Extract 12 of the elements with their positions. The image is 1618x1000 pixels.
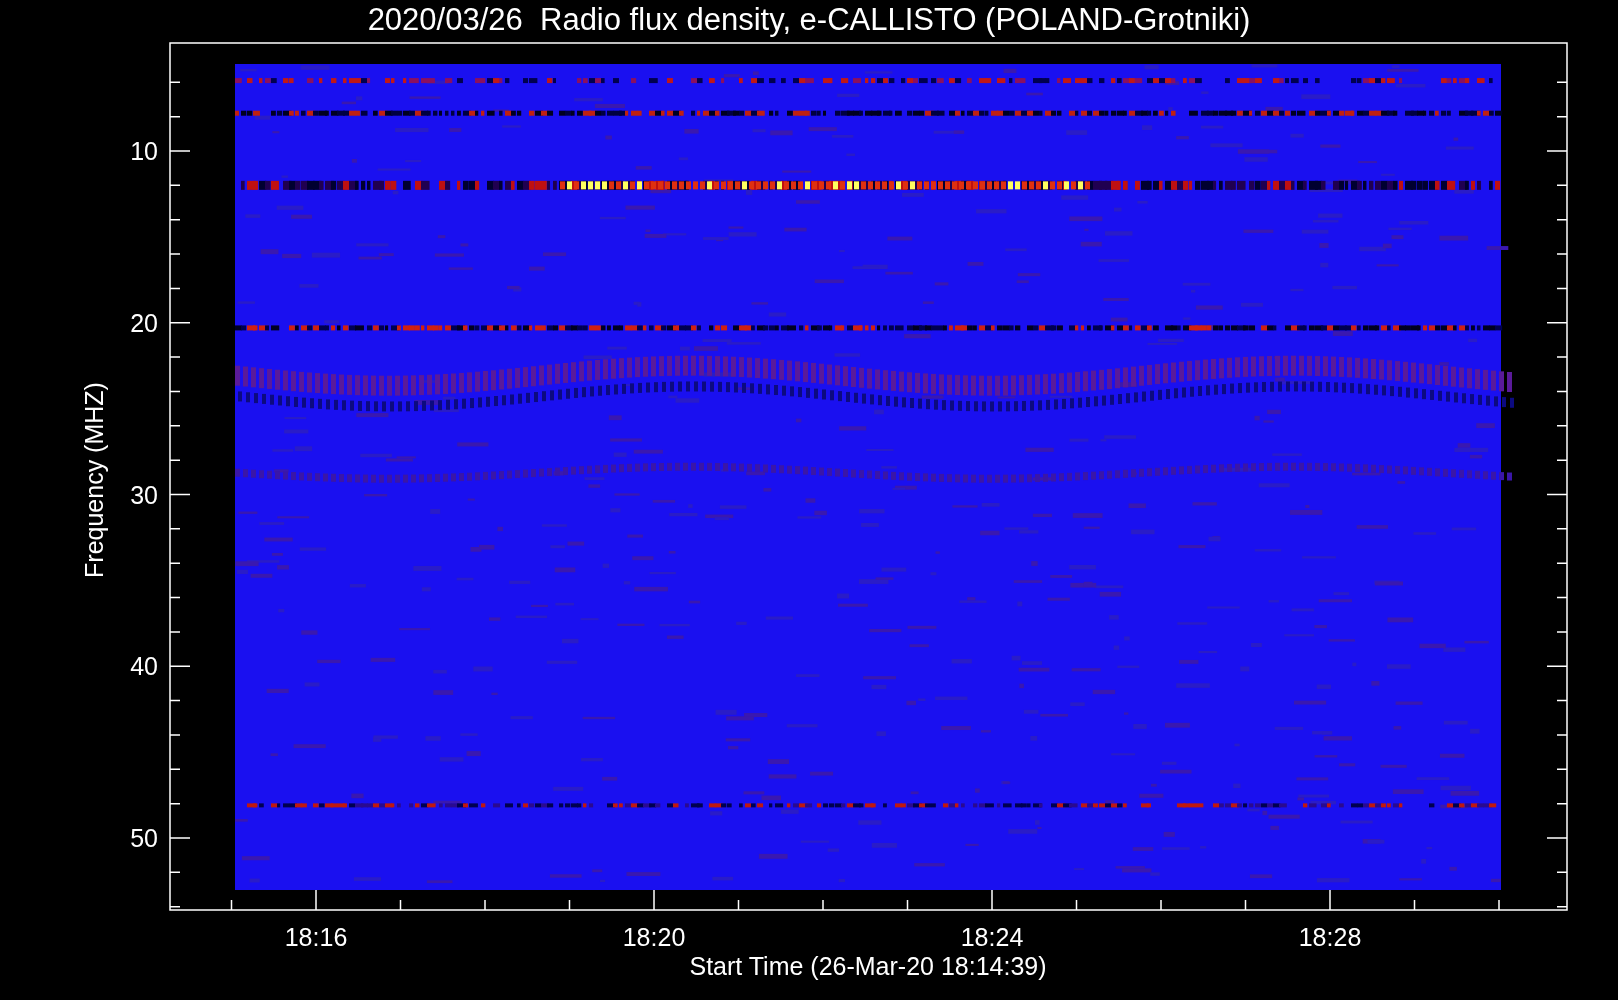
tick-label: 10 xyxy=(130,137,158,165)
tick-label: 18:28 xyxy=(1298,923,1362,951)
tick-label: 20 xyxy=(130,308,158,337)
tick-label: 18:20 xyxy=(622,923,686,951)
tick-label: 18:16 xyxy=(284,923,348,951)
tick-label: 18:24 xyxy=(960,923,1024,951)
tick-label: 30 xyxy=(130,480,158,509)
chart-title: 2020/03/26 Radio flux density, e-CALLISTO (POLAND-Grotniki) xyxy=(367,2,1251,37)
tick-label: 40 xyxy=(130,652,158,681)
tick-label: 50 xyxy=(130,824,158,852)
axis-title: Start Time (26-Mar-20 18:14:39) xyxy=(689,952,1047,980)
axis-title: Frequency (MHZ) xyxy=(80,382,108,578)
